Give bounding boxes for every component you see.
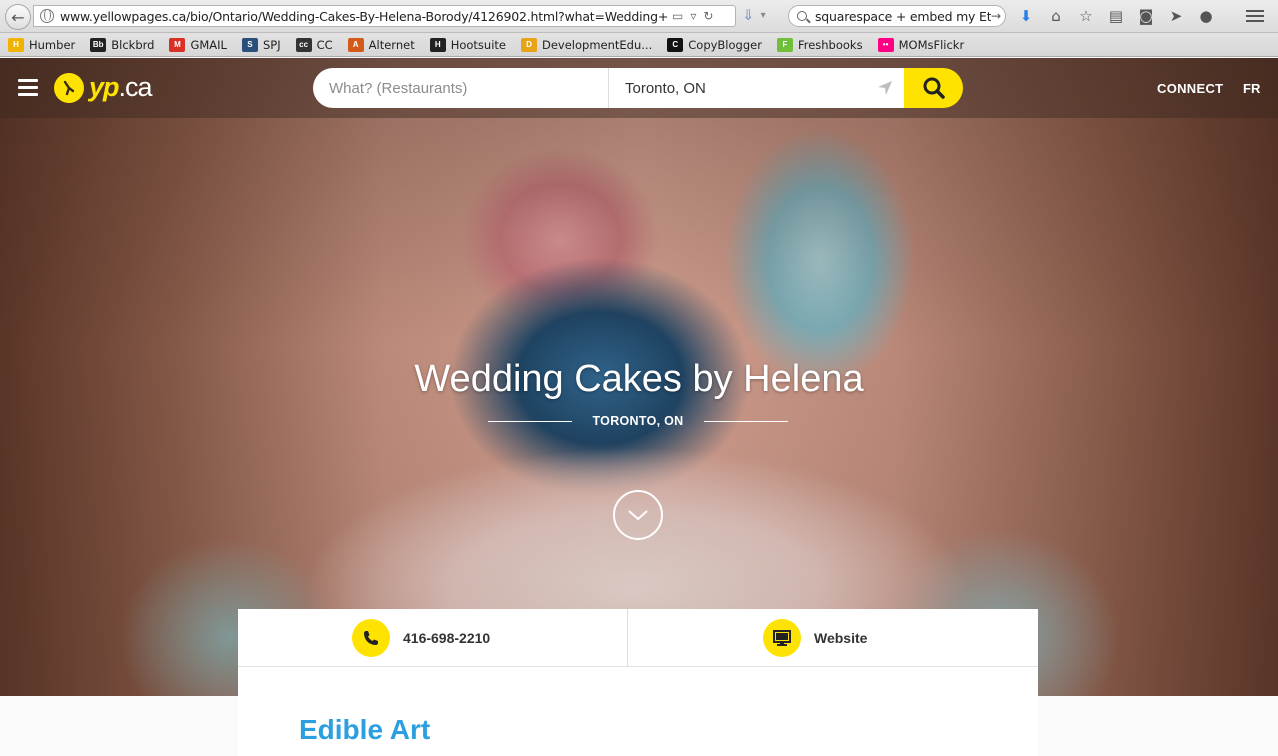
language-toggle[interactable]: FR <box>1243 81 1260 96</box>
download-arrow-icon[interactable]: ⇓ <box>742 6 755 24</box>
bookmark-star-icon[interactable]: ☆ <box>1076 6 1096 26</box>
browser-search-text[interactable]: squarespace + embed my Ets <box>815 9 991 24</box>
webpage: yp.ca CONNECT FR Wedding Cakes by Helena… <box>0 58 1278 756</box>
bookmark-favicon-icon: •• <box>877 37 894 52</box>
bookmark-label: Humber <box>29 37 76 52</box>
divider <box>488 420 573 422</box>
what-search-input[interactable] <box>329 79 608 97</box>
home-icon[interactable]: ⌂ <box>1046 6 1066 26</box>
action-bar: 416-698-2210 Website <box>238 609 1038 667</box>
bookmark-label: DevelopmentEdu... <box>542 37 653 52</box>
send-icon[interactable]: ➤ <box>1166 6 1186 26</box>
bookmark-label: MOMsFlickr <box>898 37 965 52</box>
dropdown-icon[interactable]: ▾ <box>761 10 766 21</box>
business-name: Wedding Cakes by Helena <box>414 358 864 400</box>
bookmark-item[interactable]: C CopyBlogger <box>667 37 762 52</box>
search-go-icon[interactable]: → <box>991 9 1001 23</box>
business-content: Edible Art <box>238 667 1038 756</box>
bookmark-item[interactable]: A Alternet <box>347 37 415 52</box>
bookmark-favicon-icon: Bb <box>90 37 107 52</box>
url-bar[interactable]: www.yellowpages.ca/bio/Ontario/Wedding-C… <box>33 5 736 27</box>
bookmark-favicon-icon: M <box>169 37 186 52</box>
website-label[interactable]: Website <box>814 630 867 646</box>
back-button[interactable]: ← <box>5 4 31 30</box>
bookmark-label: Alternet <box>368 37 415 52</box>
phone-icon <box>352 618 390 657</box>
bookmark-label: Hootsuite <box>450 37 506 52</box>
browser-toolbar: ← www.yellowpages.ca/bio/Ontario/Wedding… <box>0 0 1278 33</box>
bookmark-item[interactable]: D DevelopmentEdu... <box>521 37 653 52</box>
bookmarks-list-icon[interactable]: ▤ <box>1106 6 1126 26</box>
browser-search-box[interactable]: squarespace + embed my Ets → <box>788 5 1006 27</box>
reader-view-icon[interactable]: ▭ <box>672 9 683 23</box>
bookmark-item[interactable]: H Humber <box>8 37 76 52</box>
bookmark-favicon-icon: D <box>521 37 537 52</box>
bookmark-item[interactable]: cc CC <box>295 37 333 52</box>
what-search-field[interactable] <box>313 68 608 108</box>
bookmark-label: CC <box>316 37 333 52</box>
bookmarks-toolbar: H Humber Bb Blckbrd M GMAIL S SPJ cc CC A Alternet H… <box>0 33 1278 57</box>
back-arrow-icon: ← <box>11 7 25 27</box>
bookmark-label: SPJ <box>262 37 281 52</box>
bookmark-favicon-icon: cc <box>295 37 312 52</box>
bookmark-favicon-icon: H <box>8 37 24 52</box>
chat-icon[interactable]: ● <box>1196 6 1216 26</box>
bookmark-label: Freshbooks <box>797 37 863 52</box>
logo-text: yp.ca <box>89 72 153 102</box>
bookmark-label: GMAIL <box>190 37 227 52</box>
website-button[interactable]: Website <box>627 609 1038 666</box>
bookmark-favicon-icon: S <box>241 37 258 52</box>
url-text[interactable]: www.yellowpages.ca/bio/Ontario/Wedding-C… <box>60 9 668 24</box>
toolbar-icons: ⬇ ⌂ ☆ ▤ ◙ ➤ ● <box>1016 6 1216 26</box>
locate-me-icon[interactable] <box>876 79 894 97</box>
walking-fingers-icon <box>54 72 84 103</box>
url-dropdown-icon[interactable]: ▿ <box>690 9 696 23</box>
bookmark-favicon-icon: A <box>347 37 364 52</box>
call-button[interactable]: 416-698-2210 <box>238 609 627 666</box>
bookmark-item[interactable]: Bb Blckbrd <box>90 37 155 52</box>
business-location-row: TORONTO, ON <box>488 414 788 428</box>
bookmark-favicon-icon: C <box>667 37 684 52</box>
browser-menu-icon[interactable] <box>1244 6 1266 26</box>
search-icon <box>923 77 945 99</box>
business-location: TORONTO, ON <box>592 414 684 428</box>
bookmark-item[interactable]: M GMAIL <box>169 37 227 52</box>
history-button-group: ⇓ ▾ <box>742 6 766 24</box>
section-title: Edible Art <box>299 714 431 745</box>
bookmark-item[interactable]: S SPJ <box>241 37 281 52</box>
connect-link[interactable]: CONNECT <box>1157 81 1223 96</box>
bookmark-label: Blckbrd <box>111 37 155 52</box>
monitor-icon <box>763 618 801 657</box>
pocket-icon[interactable]: ◙ <box>1136 6 1156 26</box>
bookmark-favicon-icon: F <box>776 37 793 52</box>
search-button[interactable] <box>904 68 963 108</box>
bookmark-favicon-icon: H <box>429 37 446 52</box>
divider <box>703 420 788 422</box>
chevron-down-icon <box>628 510 648 521</box>
bookmark-item[interactable]: •• MOMsFlickr <box>877 37 965 52</box>
phone-number[interactable]: 416-698-2210 <box>403 630 490 646</box>
bookmark-item[interactable]: F Freshbooks <box>776 37 863 52</box>
yp-logo[interactable]: yp.ca <box>54 72 153 103</box>
globe-icon <box>40 9 54 23</box>
where-search-input[interactable] <box>625 79 876 97</box>
bookmark-item[interactable]: H Hootsuite <box>429 37 506 52</box>
where-search-field[interactable] <box>608 68 904 108</box>
reload-icon[interactable]: ↻ <box>703 9 713 23</box>
downloads-icon[interactable]: ⬇ <box>1016 6 1036 26</box>
hamburger-menu-icon[interactable] <box>18 79 38 96</box>
site-header: yp.ca CONNECT FR <box>0 58 1278 118</box>
search-icon <box>797 11 807 21</box>
bookmark-label: CopyBlogger <box>688 37 762 52</box>
scroll-down-button[interactable] <box>613 490 663 540</box>
